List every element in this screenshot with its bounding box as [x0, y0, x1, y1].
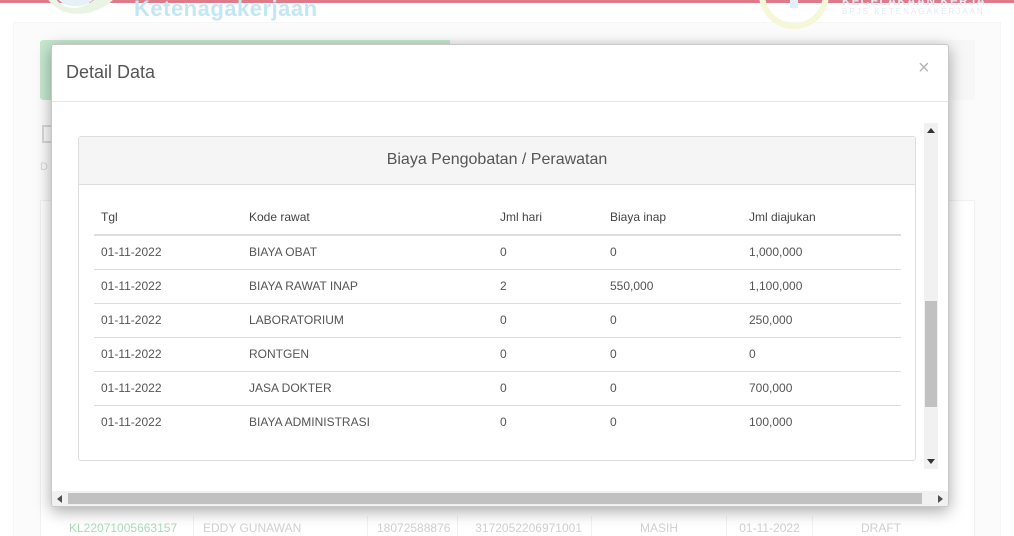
cell-biaya-inap: 550,000	[603, 269, 742, 304]
cell-biaya-inap: 0	[603, 371, 742, 406]
column-header-biaya-inap: Biaya inap	[603, 200, 742, 236]
horizontal-scrollbar[interactable]	[52, 491, 948, 506]
cell-tgl: 01-11-2022	[94, 235, 242, 270]
cell-jml-hari: 0	[493, 303, 603, 338]
cell-tgl: 01-11-2022	[94, 371, 242, 406]
cell-jml-hari: 2	[493, 269, 603, 304]
cell-jml-diajukan: 100,000	[749, 415, 793, 430]
cost-panel: Biaya Pengobatan / Perawatan Tgl Kode ra…	[78, 136, 916, 461]
scroll-up-icon[interactable]	[927, 128, 935, 133]
table-row: 01-11-2022 BIAYA OBAT 0 0 1,000,000	[94, 235, 901, 270]
cell-kode-rawat: BIAYA ADMINISTRASI	[249, 415, 370, 430]
cell-tgl: 01-11-2022	[94, 337, 242, 372]
table-header-row: Tgl Kode rawat Jml hari Biaya inap Jml d…	[94, 200, 901, 236]
column-header-jml-diajukan: Jml diajukan	[742, 200, 901, 236]
scroll-right-icon[interactable]	[938, 495, 943, 503]
cell-biaya-inap: 0	[603, 235, 742, 270]
cell-jml-hari: 0	[500, 415, 507, 430]
cell-tgl: 01-11-2022	[101, 415, 162, 430]
cell-kode-rawat: BIAYA OBAT	[242, 235, 493, 270]
horizontal-scroll-thumb[interactable]	[68, 493, 922, 504]
column-header-kode-rawat: Kode rawat	[242, 200, 493, 236]
table-row: 01-11-2022 RONTGEN 0 0 0	[94, 337, 901, 372]
close-icon[interactable]: ×	[918, 57, 930, 79]
cell-jml-diajukan: 1,000,000	[742, 235, 901, 270]
column-header-tgl: Tgl	[94, 200, 242, 236]
modal-title: Detail Data	[66, 62, 156, 82]
table-row: 01-11-2022 BIAYA ADMINISTRASI 0 0 100,00…	[94, 405, 901, 439]
scroll-down-icon[interactable]	[927, 459, 935, 464]
cell-biaya-inap: 0	[610, 415, 617, 430]
cell-kode-rawat: JASA DOKTER	[242, 371, 493, 406]
cell-jml-diajukan: 0	[742, 337, 901, 372]
cell-jml-diajukan: 250,000	[742, 303, 901, 338]
cell-jml-hari: 0	[493, 337, 603, 372]
cell-jml-hari: 0	[493, 235, 603, 270]
cell-tgl: 01-11-2022	[94, 269, 242, 304]
table-row: 01-11-2022 JASA DOKTER 0 0 700,000	[94, 371, 901, 406]
cell-kode-rawat: BIAYA RAWAT INAP	[242, 269, 493, 304]
panel-title: Biaya Pengobatan / Perawatan	[79, 137, 915, 185]
cell-kode-rawat: RONTGEN	[242, 337, 493, 372]
vertical-scrollbar[interactable]	[924, 123, 938, 469]
scroll-left-icon[interactable]	[57, 495, 62, 503]
cell-biaya-inap: 0	[603, 303, 742, 338]
column-header-jml-hari: Jml hari	[493, 200, 603, 236]
cell-biaya-inap: 0	[603, 337, 742, 372]
modal-body: Biaya Pengobatan / Perawatan Tgl Kode ra…	[52, 103, 948, 491]
cell-kode-rawat: LABORATORIUM	[242, 303, 493, 338]
modal-header: Detail Data ×	[52, 45, 948, 102]
cost-table: Tgl Kode rawat Jml hari Biaya inap Jml d…	[94, 200, 901, 439]
cell-tgl: 01-11-2022	[94, 303, 242, 338]
table-row: 01-11-2022 BIAYA RAWAT INAP 2 550,000 1,…	[94, 269, 901, 304]
detail-modal: Detail Data × Biaya Pengobatan / Perawat…	[51, 44, 949, 507]
vertical-scroll-thumb[interactable]	[925, 301, 937, 407]
cell-jml-hari: 0	[493, 371, 603, 406]
table-row: 01-11-2022 LABORATORIUM 0 0 250,000	[94, 303, 901, 338]
cell-jml-diajukan: 700,000	[742, 371, 901, 406]
cell-jml-diajukan: 1,100,000	[742, 269, 901, 304]
